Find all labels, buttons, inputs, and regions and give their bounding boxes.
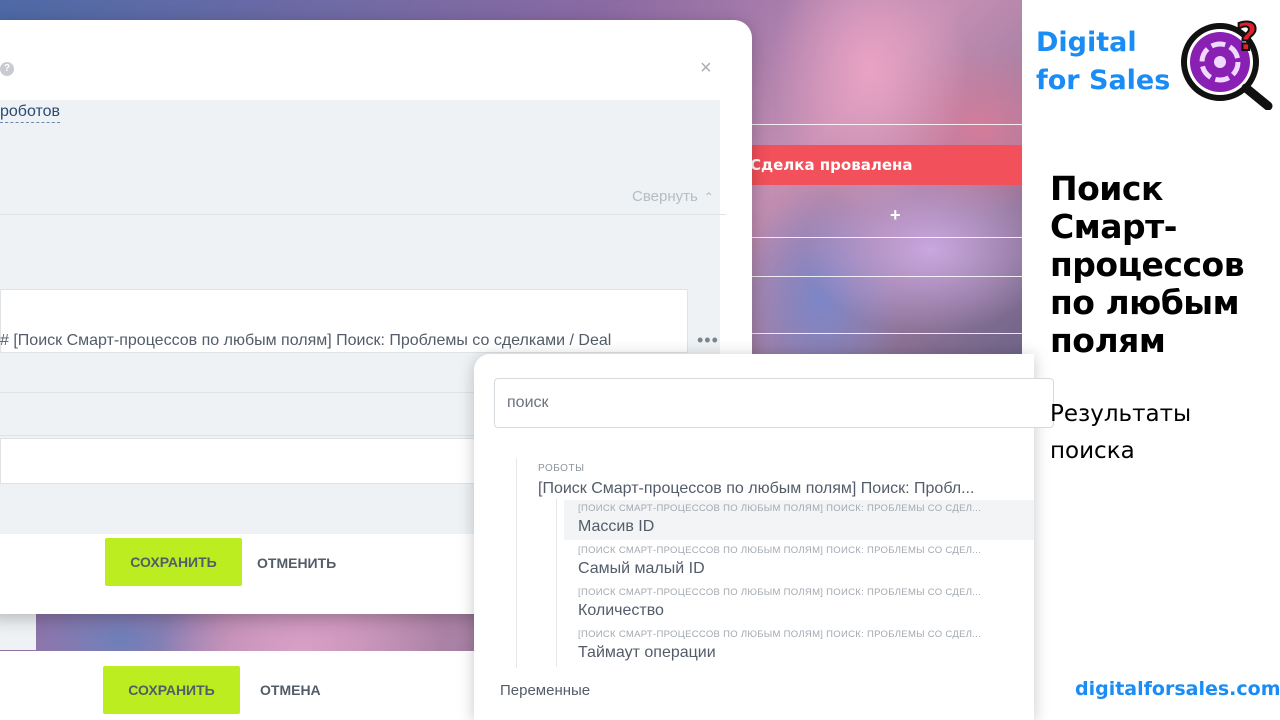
section-divider xyxy=(0,214,726,215)
brand-logo-icon: ? xyxy=(1181,14,1273,110)
item-path: [ПОИСК СМАРТ-ПРОЦЕССОВ ПО ЛЮБЫМ ПОЛЯМ] П… xyxy=(578,587,982,598)
list-item[interactable]: [ПОИСК СМАРТ-ПРОЦЕССОВ ПО ЛЮБЫМ ПОЛЯМ] П… xyxy=(564,500,1034,540)
page-headline: Поиск Смарт-процессов по любым полям xyxy=(1050,169,1245,360)
brand-line-1: Digital xyxy=(1036,27,1137,58)
add-stage-icon[interactable]: + xyxy=(890,205,901,226)
list-item[interactable]: [ПОИСК СМАРТ-ПРОЦЕССОВ ПО ЛЮБЫМ ПОЛЯМ] П… xyxy=(564,626,1034,666)
stage-divider xyxy=(752,124,1022,125)
variable-search-popup: РОБОТЫ [Поиск Смарт-процессов по любым п… xyxy=(474,354,1054,720)
item-name: Таймаут операции xyxy=(578,644,716,661)
group-title[interactable]: [Поиск Смарт-процессов по любым полям] П… xyxy=(538,480,974,498)
search-input[interactable] xyxy=(494,378,1054,428)
tree-guide xyxy=(516,458,517,668)
stage-divider xyxy=(752,237,1022,238)
help-icon[interactable]: ? xyxy=(0,62,14,76)
item-path: [ПОИСК СМАРТ-ПРОЦЕССОВ ПО ЛЮБЫМ ПОЛЯМ] П… xyxy=(578,545,982,556)
chevron-up-icon: ⌃ xyxy=(703,190,714,204)
bottom-left-panel xyxy=(0,612,36,650)
save-button[interactable]: СОХРАНИТЬ xyxy=(103,666,240,714)
item-path: [ПОИСК СМАРТ-ПРОЦЕССОВ ПО ЛЮБЫМ ПОЛЯМ] П… xyxy=(578,629,982,640)
tree-guide xyxy=(556,499,557,667)
collapse-toggle[interactable]: Свернуть ⌃ xyxy=(632,188,714,205)
item-name: Массив ID xyxy=(578,518,655,535)
page-subheading: Результаты поиска xyxy=(1050,401,1192,464)
variables-tab[interactable]: Переменные xyxy=(500,682,590,699)
brand-line-2: for Sales xyxy=(1036,65,1171,96)
close-icon[interactable]: × xyxy=(700,57,712,80)
item-name: Самый малый ID xyxy=(578,560,705,577)
robots-link[interactable]: роботов xyxy=(0,102,61,123)
deal-stage-label: Сделка провалена xyxy=(750,156,913,174)
stage-divider xyxy=(752,276,1022,277)
list-item[interactable]: [ПОИСК СМАРТ-ПРОЦЕССОВ ПО ЛЮБЫМ ПОЛЯМ] П… xyxy=(564,542,1034,582)
dialog-cancel-button[interactable]: ОТМЕНИТЬ xyxy=(257,555,336,571)
dialog-save-button[interactable]: СОХРАНИТЬ xyxy=(105,538,242,586)
more-icon[interactable]: ••• xyxy=(697,330,719,351)
deal-stage-failed[interactable]: Сделка провалена xyxy=(750,145,1022,185)
item-name: Количество xyxy=(578,602,664,619)
robot-expression-text: # [Поиск Смарт-процессов по любым полям]… xyxy=(0,332,612,349)
svg-text:?: ? xyxy=(1236,15,1258,59)
website-link[interactable]: digitalforsales.com xyxy=(1075,678,1280,700)
stage-divider xyxy=(752,333,1022,334)
cancel-button[interactable]: ОТМЕНА xyxy=(260,682,321,698)
collapse-label: Свернуть xyxy=(632,188,698,205)
group-label: РОБОТЫ xyxy=(538,463,585,474)
item-path: [ПОИСК СМАРТ-ПРОЦЕССОВ ПО ЛЮБЫМ ПОЛЯМ] П… xyxy=(578,503,982,514)
brand-name: Digital for Sales xyxy=(1036,24,1170,100)
list-item[interactable]: [ПОИСК СМАРТ-ПРОЦЕССОВ ПО ЛЮБЫМ ПОЛЯМ] П… xyxy=(564,584,1034,624)
